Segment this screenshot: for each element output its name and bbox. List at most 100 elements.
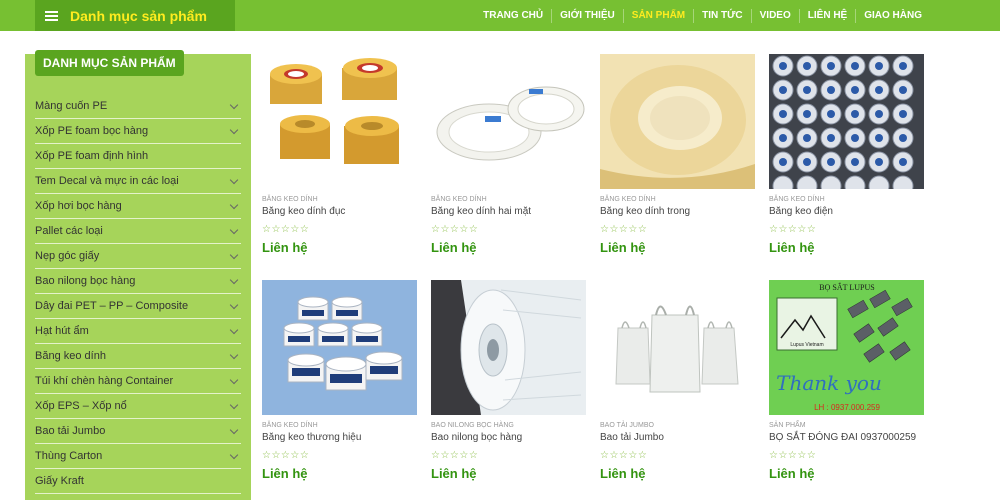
product-image[interactable] — [431, 54, 586, 189]
chevron-down-icon[interactable] — [229, 225, 239, 235]
category-label: Bao nilong bọc hàng — [35, 275, 136, 287]
star-rating-icon: ☆☆☆☆☆ — [431, 224, 479, 235]
product-image[interactable]: BỌ SẮT LUPUS Lupus Vietnam Thank you LH … — [769, 280, 924, 415]
hamburger-icon — [45, 10, 58, 21]
nav-tin-tuc[interactable]: TIN TỨC — [693, 8, 751, 23]
product-card[interactable]: BAO NILONG BỌC HÀNG Bao nilong bọc hàng … — [431, 280, 586, 481]
product-card[interactable]: BĂNG KEO DÍNH Băng keo dính trong ☆☆☆☆☆ … — [600, 54, 755, 255]
product-category[interactable]: BĂNG KEO DÍNH — [262, 196, 417, 203]
chevron-down-icon[interactable] — [229, 125, 239, 135]
main-navigation: TRANG CHỦ GIỚI THIỆU SẢN PHẨM TIN TỨC VI… — [475, 0, 930, 31]
star-rating-icon: ☆☆☆☆☆ — [262, 450, 310, 461]
category-label: Xốp hơi bọc hàng — [35, 200, 122, 212]
nav-san-pham[interactable]: SẢN PHẨM — [622, 8, 693, 23]
product-name[interactable]: BỌ SẮT ĐÓNG ĐAI 0937000259 — [769, 432, 924, 444]
category-item[interactable]: Hạt hút ẩm — [35, 319, 241, 344]
sidebar-title: DANH MỤC SẢN PHẨM — [35, 50, 184, 76]
nav-lien-he[interactable]: LIÊN HỆ — [798, 8, 855, 23]
category-list: Màng cuốn PE Xốp PE foam bọc hàng Xốp PE… — [25, 94, 251, 494]
product-card[interactable]: BĂNG KEO DÍNH Băng keo thương hiệu ☆☆☆☆☆… — [262, 280, 417, 481]
product-category[interactable]: BĂNG KEO DÍNH — [262, 422, 417, 429]
product-name[interactable]: Băng keo dính hai mặt — [431, 206, 586, 218]
category-item[interactable]: Pallet các loại — [35, 219, 241, 244]
product-image[interactable] — [769, 54, 924, 189]
category-item[interactable]: Xốp PE foam bọc hàng — [35, 119, 241, 144]
product-category[interactable]: SẢN PHẨM — [769, 422, 924, 429]
chevron-down-icon[interactable] — [229, 300, 239, 310]
product-price: Liên hệ — [431, 240, 477, 255]
chevron-down-icon[interactable] — [229, 450, 239, 460]
category-label: Bao tải Jumbo — [35, 425, 106, 437]
product-price: Liên hệ — [262, 240, 308, 255]
star-rating-icon: ☆☆☆☆☆ — [600, 450, 648, 461]
category-item[interactable]: Bao nilong bọc hàng — [35, 269, 241, 294]
star-rating-icon: ☆☆☆☆☆ — [769, 224, 817, 235]
category-item[interactable]: Màng cuốn PE — [35, 94, 241, 119]
product-category[interactable]: BĂNG KEO DÍNH — [769, 196, 924, 203]
category-label: Thùng Carton — [35, 450, 103, 462]
nav-video[interactable]: VIDEO — [750, 8, 799, 23]
star-rating-icon: ☆☆☆☆☆ — [600, 224, 648, 235]
product-name[interactable]: Băng keo thương hiệu — [262, 432, 417, 444]
category-label: Nẹp góc giấy — [35, 250, 100, 262]
product-name[interactable]: Bao nilong bọc hàng — [431, 432, 586, 444]
chevron-down-icon[interactable] — [229, 325, 239, 335]
category-label: Túi khí chèn hàng Container — [35, 375, 174, 387]
product-name[interactable]: Băng keo điện — [769, 206, 924, 218]
nav-trang-chu[interactable]: TRANG CHỦ — [475, 9, 551, 23]
category-label: Tem Decal và mực in các loại — [35, 175, 179, 187]
product-price: Liên hệ — [262, 466, 308, 481]
product-image[interactable] — [262, 280, 417, 415]
product-category[interactable]: BAO NILONG BỌC HÀNG — [431, 422, 586, 429]
product-price: Liên hệ — [769, 240, 815, 255]
product-category[interactable]: BĂNG KEO DÍNH — [431, 196, 586, 203]
image-phone-text: LH : 0937.000.259 — [814, 403, 880, 412]
chevron-down-icon[interactable] — [229, 350, 239, 360]
category-item[interactable]: Xốp PE foam định hình — [35, 144, 241, 169]
category-item[interactable]: Thùng Carton — [35, 444, 241, 469]
product-price: Liên hệ — [431, 466, 477, 481]
category-item[interactable]: Túi khí chèn hàng Container — [35, 369, 241, 394]
chevron-down-icon[interactable] — [229, 100, 239, 110]
category-item[interactable]: Bao tải Jumbo — [35, 419, 241, 444]
category-item[interactable]: Xốp hơi bọc hàng — [35, 194, 241, 219]
product-name[interactable]: Băng keo dính trong — [600, 206, 755, 218]
product-image[interactable] — [600, 54, 755, 189]
product-card[interactable]: BĂNG KEO DÍNH Băng keo điện ☆☆☆☆☆ Liên h… — [769, 54, 924, 255]
product-name[interactable]: Bao tải Jumbo — [600, 432, 755, 444]
chevron-down-icon[interactable] — [229, 175, 239, 185]
category-label: Màng cuốn PE — [35, 100, 108, 112]
category-item[interactable]: Dây đai PET – PP – Composite — [35, 294, 241, 319]
category-menu-toggle[interactable]: Danh mục sản phẩm — [35, 0, 235, 31]
chevron-down-icon[interactable] — [229, 200, 239, 210]
category-label: Băng keo dính — [35, 350, 106, 362]
category-item[interactable]: Băng keo dính — [35, 344, 241, 369]
product-image[interactable] — [262, 54, 417, 189]
chevron-down-icon[interactable] — [229, 375, 239, 385]
image-brand-text: Lupus Vietnam — [790, 342, 823, 348]
product-card[interactable]: BĂNG KEO DÍNH Băng keo dính đục ☆☆☆☆☆ Li… — [262, 54, 417, 255]
category-item[interactable]: Xốp EPS – Xốp nổ — [35, 394, 241, 419]
top-header-bar: Danh mục sản phẩm TRANG CHỦ GIỚI THIỆU S… — [0, 0, 1000, 31]
nav-gioi-thieu[interactable]: GIỚI THIỆU — [551, 8, 623, 23]
nav-giao-hang[interactable]: GIAO HÀNG — [855, 8, 930, 23]
chevron-down-icon[interactable] — [229, 425, 239, 435]
chevron-down-icon[interactable] — [229, 400, 239, 410]
category-item[interactable]: Tem Decal và mực in các loại — [35, 169, 241, 194]
product-name[interactable]: Băng keo dính đục — [262, 206, 417, 218]
chevron-down-icon[interactable] — [229, 250, 239, 260]
category-item[interactable]: Nẹp góc giấy — [35, 244, 241, 269]
product-card[interactable]: BAO TẢI JUMBO Bao tải Jumbo ☆☆☆☆☆ Liên h… — [600, 280, 755, 481]
chevron-down-icon[interactable] — [229, 275, 239, 285]
product-image[interactable] — [600, 280, 755, 415]
product-category[interactable]: BAO TẢI JUMBO — [600, 422, 755, 429]
product-card[interactable]: BỌ SẮT LUPUS Lupus Vietnam Thank you LH … — [769, 280, 924, 481]
category-item[interactable]: Giấy Kraft — [35, 469, 241, 494]
category-menu-label: Danh mục sản phẩm — [70, 7, 207, 24]
product-image[interactable] — [431, 280, 586, 415]
category-sidebar: DANH MỤC SẢN PHẨM Màng cuốn PE Xốp PE fo… — [25, 50, 251, 500]
product-card[interactable]: BĂNG KEO DÍNH Băng keo dính hai mặt ☆☆☆☆… — [431, 54, 586, 255]
product-category[interactable]: BĂNG KEO DÍNH — [600, 196, 755, 203]
category-label: Hạt hút ẩm — [35, 325, 89, 337]
image-caption-top: BỌ SẮT LUPUS — [819, 282, 874, 292]
